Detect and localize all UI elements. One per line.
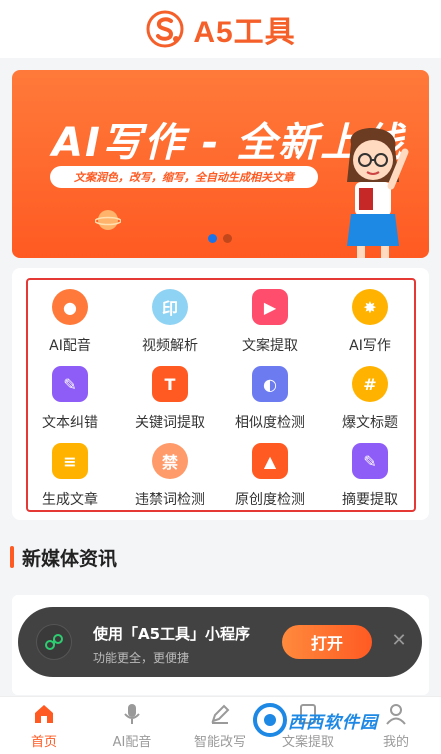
- pen-icon: [211, 704, 230, 724]
- tool-label: 生成文章: [42, 492, 98, 508]
- news-section-title: 新媒体资讯: [22, 547, 118, 570]
- tool-label: 文案提取: [242, 338, 298, 354]
- tool-video-parse[interactable]: 印视频解析: [122, 289, 218, 359]
- tool-label: 视频解析: [142, 338, 198, 354]
- open-mini-program-button[interactable]: 打开: [282, 625, 372, 659]
- watermark-text: 西西软件园: [288, 712, 378, 733]
- banner-subtitle: 文案润色，改写，缩写，全自动生成相关文章: [50, 166, 318, 188]
- mini-program-toast: 使用「A5工具」小程序 功能更全，更便捷 打开 ✕: [18, 607, 422, 677]
- tool-sparkle[interactable]: ✸ AI写作: [322, 289, 418, 359]
- tool-hashtag[interactable]: # 爆文标题: [322, 366, 418, 436]
- microphone-icon: ●: [52, 289, 88, 325]
- tool-microphone[interactable]: ● AI配音: [22, 289, 118, 359]
- overlap-icon: ◐: [252, 366, 288, 402]
- tool-label: 文本纠错: [42, 415, 98, 431]
- tool-label: 爆文标题: [342, 415, 398, 431]
- sparkle-icon: ✸: [352, 289, 388, 325]
- app-name: A5工具: [193, 16, 296, 49]
- tool-label: 摘要提取: [342, 492, 398, 508]
- video-play-icon: ▶: [252, 289, 288, 325]
- tool-forbidden-word[interactable]: 禁违禁词检测: [122, 443, 218, 513]
- watermark: 西西软件园: [248, 700, 426, 740]
- edit-doc-icon: ✎: [52, 366, 88, 402]
- video-parse-icon: 印: [152, 289, 188, 325]
- tab-label-ai-dubbing: AI配音: [112, 735, 152, 750]
- tool-edit-doc[interactable]: ✎ 文本纠错: [22, 366, 118, 436]
- tool-overlap[interactable]: ◐ 相似度检测: [222, 366, 318, 436]
- toast-title: 使用「A5工具」小程序: [93, 625, 251, 643]
- tool-summary[interactable]: ✎ 摘要提取: [322, 443, 418, 513]
- tab-label-home: 首页: [30, 735, 57, 750]
- banner-dot[interactable]: [223, 234, 232, 243]
- tool-video-play[interactable]: ▶ 文案提取: [222, 289, 318, 359]
- document-icon: ≡: [52, 443, 88, 479]
- app-header: A5工具: [0, 0, 441, 58]
- girl-illustration-icon: [347, 127, 409, 258]
- tab-label-smart-rewrite: 智能改写: [193, 735, 246, 750]
- tool-label: 原创度检测: [235, 492, 305, 508]
- tool-label: AI写作: [349, 338, 391, 354]
- tool-text-search[interactable]: T 关键词提取: [122, 366, 218, 436]
- text-search-icon: T: [152, 366, 188, 402]
- summary-icon: ✎: [352, 443, 388, 479]
- tab-home[interactable]: 首页: [0, 703, 88, 753]
- tool-flask[interactable]: ▲ 原创度检测: [222, 443, 318, 513]
- tab-ai-dubbing[interactable]: AI配音: [88, 703, 176, 753]
- toast-subtitle: 功能更全，更便捷: [93, 651, 190, 665]
- tool-label: 相似度检测: [235, 415, 305, 431]
- news-section-header: 新媒体资讯: [10, 544, 117, 570]
- close-icon[interactable]: ✕: [389, 631, 409, 651]
- planet-decoration-icon: [95, 210, 121, 230]
- flask-icon: ▲: [252, 443, 288, 479]
- section-accent-bar: [10, 546, 14, 568]
- tool-label: 关键词提取: [135, 415, 205, 431]
- microphone-icon: [124, 704, 140, 724]
- a5-logo-icon: [146, 10, 184, 48]
- home-icon: [35, 705, 53, 723]
- banner-dot-active[interactable]: [208, 234, 217, 243]
- tool-document[interactable]: ≡ 生成文章: [22, 443, 118, 513]
- promo-banner[interactable]: AI写作 - 全新上线: [12, 70, 429, 258]
- mini-program-icon: [36, 624, 72, 660]
- hashtag-icon: #: [352, 366, 388, 402]
- banner-pagination: [208, 234, 232, 243]
- tool-label: AI配音: [49, 338, 91, 354]
- forbidden-word-icon: 禁: [152, 443, 188, 479]
- watermark-logo-icon: [253, 703, 287, 737]
- tool-label: 违禁词检测: [135, 492, 205, 508]
